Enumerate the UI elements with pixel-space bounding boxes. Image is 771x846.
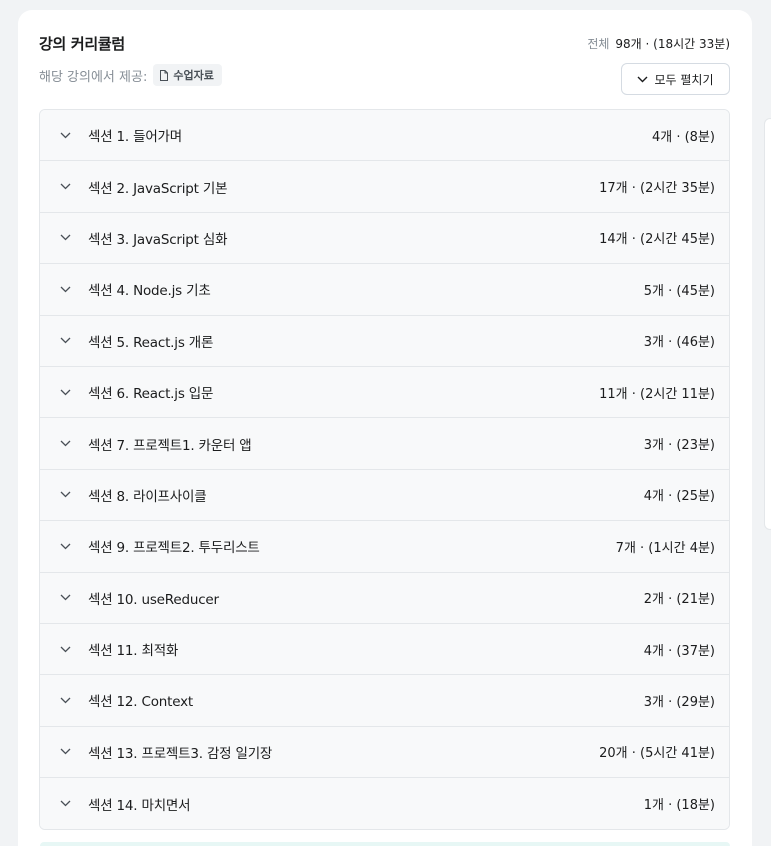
curriculum-summary: 전체 98개 · (18시간 33분) [587,35,730,52]
section-row[interactable]: 섹션 4. Node.js 기초 5개 · (45분) [40,264,729,316]
materials-chip: 수업자료 [153,64,222,86]
section-title: 섹션 8. 라이프사이클 [88,488,207,505]
section-title: 섹션 10. useReducer [88,591,219,608]
chevron-down-icon [60,335,72,347]
section-row[interactable]: 섹션 2. JavaScript 기본 17개 · (2시간 35분) [40,161,729,213]
curriculum-card: 강의 커리큘럼 전체 98개 · (18시간 33분) 해당 강의에서 제공: 수… [18,10,752,846]
section-row[interactable]: 섹션 12. Context 3개 · (29분) [40,675,729,727]
section-meta: 11개 · (2시간 11분) [599,386,715,402]
section-title: 섹션 5. React.js 개론 [88,334,214,351]
section-title: 섹션 3. JavaScript 심화 [88,231,228,248]
chevron-down-icon [60,540,72,552]
section-row[interactable]: 섹션 9. 프로젝트2. 투두리스트 7개 · (1시간 4분) [40,521,729,573]
section-meta: 3개 · (23분) [643,438,715,454]
section-row[interactable]: 섹션 11. 최적화 4개 · (37분) [40,623,729,676]
section-meta: 20개 · (5시간 41분) [599,746,715,762]
section-meta: 14개 · (2시간 45분) [599,232,715,248]
section-title: 섹션 14. 마치면서 [88,797,191,814]
summary-label: 전체 [587,37,610,51]
section-row[interactable]: 섹션 5. React.js 개론 3개 · (46분) [40,315,729,367]
section-row[interactable]: 섹션 6. React.js 입문 11개 · (2시간 11분) [40,366,729,419]
provided-label: 해당 강의에서 제공: [39,69,148,85]
document-icon [160,69,169,81]
summary-value: 98개 · (18시간 33분) [615,37,730,51]
section-row[interactable]: 섹션 7. 프로젝트1. 카운터 앱 3개 · (23분) [40,418,729,470]
section-title: 섹션 7. 프로젝트1. 카운터 앱 [88,437,252,454]
section-row[interactable]: 섹션 1. 들어가며 4개 · (8분) [40,110,729,162]
chevron-down-icon [60,798,72,810]
adjacent-panel-edge [764,118,771,530]
section-row[interactable]: 섹션 13. 프로젝트3. 감정 일기장 20개 · (5시간 41분) [40,726,729,779]
section-row[interactable]: 섹션 8. 라이프사이클 4개 · (25분) [40,469,729,522]
section-row[interactable]: 섹션 14. 마치면서 1개 · (18분) [40,778,729,830]
section-meta: 17개 · (2시간 35분) [599,181,715,197]
section-meta: 1개 · (18분) [643,798,715,814]
section-title: 섹션 1. 들어가며 [88,129,182,146]
section-meta: 2개 · (21분) [643,592,715,608]
section-meta: 7개 · (1시간 4분) [615,540,715,556]
chevron-down-icon [60,386,72,398]
section-row[interactable]: 섹션 3. JavaScript 심화 14개 · (2시간 45분) [40,212,729,265]
section-title: 섹션 11. 최적화 [88,643,179,660]
next-panel-edge [40,842,730,846]
curriculum-title: 강의 커리큘럼 [39,35,125,53]
chevron-down-icon [60,643,72,655]
section-title: 섹션 4. Node.js 기초 [88,283,211,300]
section-meta: 4개 · (37분) [643,643,715,659]
chevron-down-icon [60,592,72,604]
expand-all-button[interactable]: 모두 펼치기 [621,63,730,95]
section-meta: 3개 · (46분) [643,335,715,351]
chevron-down-icon [637,76,648,82]
section-meta: 4개 · (25분) [643,489,715,505]
chevron-down-icon [60,232,72,244]
section-title: 섹션 9. 프로젝트2. 투두리스트 [88,540,260,557]
section-title: 섹션 6. React.js 입문 [88,386,214,403]
section-title: 섹션 2. JavaScript 기본 [88,180,228,197]
chevron-down-icon [60,438,72,450]
materials-chip-label: 수업자료 [173,69,214,82]
chevron-down-icon [60,694,72,706]
section-title: 섹션 13. 프로젝트3. 감정 일기장 [88,745,273,762]
chevron-down-icon [60,489,72,501]
section-list: 섹션 1. 들어가며 4개 · (8분) 섹션 2. JavaScript 기본 17… [39,109,730,831]
chevron-down-icon [60,283,72,295]
section-meta: 4개 · (8분) [651,129,715,145]
provided-materials: 해당 강의에서 제공: 수업자료 [39,64,222,86]
section-meta: 3개 · (29분) [643,694,715,710]
chevron-down-icon [60,129,72,141]
section-meta: 5개 · (45분) [643,283,715,299]
section-row[interactable]: 섹션 10. useReducer 2개 · (21분) [40,572,729,624]
chevron-down-icon [60,181,72,193]
chevron-down-icon [60,746,72,758]
expand-all-label: 모두 펼치기 [654,72,714,87]
section-title: 섹션 12. Context [88,694,193,711]
